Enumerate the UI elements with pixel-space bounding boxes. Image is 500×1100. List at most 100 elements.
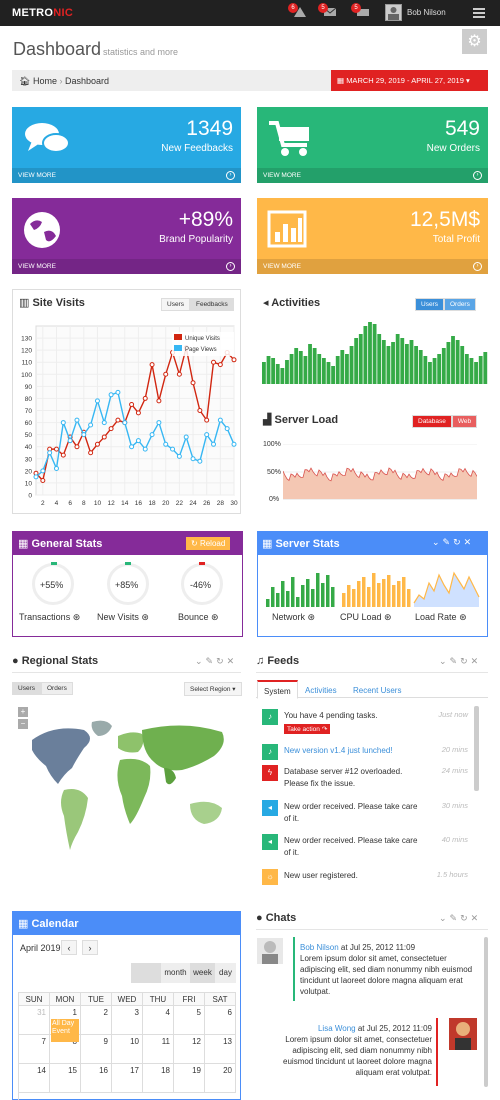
wrench-icon[interactable]: ✎ xyxy=(443,537,454,547)
gauge-label[interactable]: Bounce ⊛ xyxy=(178,612,219,623)
gauge-label[interactable]: New Visits ⊛ xyxy=(97,612,149,623)
calendar-day-cell[interactable]: 20 xyxy=(205,1064,236,1093)
reload-button[interactable]: ↻ Reload xyxy=(186,537,231,550)
gear-icon[interactable]: ⚙ xyxy=(462,29,487,54)
refresh-icon[interactable]: ↻ xyxy=(453,537,464,547)
tab-users[interactable]: Users xyxy=(161,298,190,311)
feed-link[interactable]: New version v1.4 just lunched! xyxy=(284,745,424,757)
tab-system[interactable]: System xyxy=(257,680,298,699)
prev-month-button[interactable]: ‹ xyxy=(61,940,77,955)
close-icon[interactable]: ✕ xyxy=(471,656,482,666)
profit-tile[interactable]: 12,5M$ Total Profit VIEW MORE › xyxy=(257,198,488,274)
chat-author[interactable]: Lisa Wong xyxy=(318,1024,356,1033)
chevron-down-icon[interactable]: ⌄ xyxy=(439,913,450,923)
chat-author[interactable]: Bob Nilson xyxy=(300,943,339,952)
today-button[interactable] xyxy=(131,963,161,983)
view-month-button[interactable]: month xyxy=(161,963,190,983)
feedbacks-tile[interactable]: 1349 New Feedbacks VIEW MORE › xyxy=(12,107,241,183)
cpu-bar xyxy=(397,581,401,607)
feed-item[interactable]: ♪ You have 4 pending tasks. Take action … xyxy=(262,706,472,740)
calendar-day-cell[interactable]: 12 xyxy=(174,1035,205,1064)
calendar-day-cell[interactable]: 4 xyxy=(143,1006,174,1035)
wrench-icon[interactable]: ✎ xyxy=(450,656,461,666)
wrench-icon[interactable]: ✎ xyxy=(206,656,217,666)
orders-tile[interactable]: 549 New Orders VIEW MORE › xyxy=(257,107,488,183)
arrow-right-icon: ⊛ xyxy=(459,612,467,622)
activity-bar xyxy=(285,360,289,384)
next-month-button[interactable]: › xyxy=(82,940,98,955)
view-day-button[interactable]: day xyxy=(215,963,236,983)
world-map[interactable] xyxy=(14,712,240,862)
tab-feedbacks[interactable]: Feedbacks xyxy=(189,298,234,311)
tab-users[interactable]: Users xyxy=(415,298,444,311)
user-name[interactable]: Bob Nilson xyxy=(407,8,446,17)
tab-orders[interactable]: Orders xyxy=(443,298,476,311)
refresh-icon[interactable]: ↻ xyxy=(216,656,227,666)
refresh-icon[interactable]: ↻ xyxy=(460,913,471,923)
feed-item[interactable]: ϟ Database server #12 overloaded. Please… xyxy=(262,762,472,796)
close-icon[interactable]: ✕ xyxy=(227,656,238,666)
calendar-day-cell[interactable]: 31 xyxy=(19,1006,50,1035)
calendar-day-cell[interactable]: 14 xyxy=(19,1064,50,1093)
server-stat-label[interactable]: Network ⊛ xyxy=(272,612,315,623)
calendar-day-cell[interactable]: 17 xyxy=(112,1064,143,1093)
chevron-down-icon[interactable]: ⌄ xyxy=(439,656,450,666)
feed-item[interactable]: ◂ New order received. Please take care o… xyxy=(262,797,472,831)
close-icon[interactable]: ✕ xyxy=(471,913,482,923)
activity-bar xyxy=(428,362,432,384)
scrollbar[interactable] xyxy=(484,937,488,1087)
date-range-picker[interactable]: ▦ MARCH 29, 2019 - APRIL 27, 2019 ▾ xyxy=(331,70,488,91)
menu-icon[interactable] xyxy=(473,8,485,18)
tab-users[interactable]: Users xyxy=(12,682,41,695)
activity-bar xyxy=(349,346,354,384)
calendar-day-cell[interactable]: 15 xyxy=(50,1064,81,1093)
breadcrumb-home[interactable]: 🏠︎ Home › Dashboard xyxy=(19,76,109,87)
calendar-event[interactable]: All Day Event xyxy=(51,1019,79,1042)
server-stat-label[interactable]: Load Rate ⊛ xyxy=(415,612,467,623)
calendar-day-cell[interactable]: 18 xyxy=(143,1064,174,1093)
gauge-label[interactable]: Transactions ⊛ xyxy=(19,612,80,623)
view-more-link[interactable]: VIEW MORE xyxy=(12,168,241,183)
popularity-tile[interactable]: +89% Brand Popularity VIEW MORE › xyxy=(12,198,241,274)
calendar-day-cell[interactable]: 19 xyxy=(174,1064,205,1093)
calendar-month: April 2019 xyxy=(20,943,61,953)
view-more-link[interactable]: VIEW MORE xyxy=(257,168,488,183)
calendar-day-cell[interactable]: 7 xyxy=(19,1035,50,1064)
server-stat-label[interactable]: CPU Load ⊛ xyxy=(340,612,392,623)
logo[interactable]: METRONIC xyxy=(12,7,73,19)
tab-web[interactable]: Web xyxy=(451,415,478,428)
refresh-icon[interactable]: ↻ xyxy=(460,656,471,666)
calendar-day-cell[interactable]: 6 xyxy=(205,1006,236,1035)
chevron-down-icon[interactable]: ⌄ xyxy=(195,656,206,666)
feed-item[interactable]: ☼ New user registered. 1.5 hours xyxy=(262,866,472,900)
close-icon[interactable]: ✕ xyxy=(464,537,475,547)
calendar-day-cell[interactable]: 11 xyxy=(143,1035,174,1064)
arrow-right-icon: ⊛ xyxy=(141,612,149,622)
y-tick: 50% xyxy=(267,469,282,476)
wrench-icon[interactable]: ✎ xyxy=(450,913,461,923)
calendar-day-cell[interactable]: 13 xyxy=(205,1035,236,1064)
activity-bar xyxy=(400,338,405,384)
tab-recent-users[interactable]: Recent Users xyxy=(353,686,401,695)
take-action-button[interactable]: Take action ↷ xyxy=(284,724,331,734)
bar-chart-icon: ▟ xyxy=(263,414,272,426)
view-more-link[interactable]: VIEW MORE xyxy=(12,259,241,274)
scrollbar[interactable] xyxy=(474,706,479,791)
north-america-region xyxy=(32,728,90,784)
calendar-day-cell[interactable]: 2 xyxy=(81,1006,112,1035)
user-avatar[interactable] xyxy=(385,4,402,21)
view-more-link[interactable]: VIEW MORE xyxy=(257,259,488,274)
feed-item[interactable]: ◂ New order received. Please take care o… xyxy=(262,831,472,865)
calendar-day-cell[interactable]: 10 xyxy=(112,1035,143,1064)
select-region-dropdown[interactable]: Select Region ▾ xyxy=(184,682,242,696)
calendar-day-cell[interactable]: 9 xyxy=(81,1035,112,1064)
view-week-button[interactable]: week xyxy=(190,963,215,983)
tab-orders[interactable]: Orders xyxy=(40,682,73,695)
calendar-day-cell[interactable]: 16 xyxy=(81,1064,112,1093)
chevron-down-icon[interactable]: ⌄ xyxy=(432,537,443,547)
tab-database[interactable]: Database xyxy=(412,415,452,428)
tab-activities[interactable]: Activities xyxy=(305,686,337,695)
calendar-day-cell[interactable]: 3 xyxy=(112,1006,143,1035)
regional-stats-title-text: Regional Stats xyxy=(21,655,99,667)
calendar-day-cell[interactable]: 5 xyxy=(174,1006,205,1035)
